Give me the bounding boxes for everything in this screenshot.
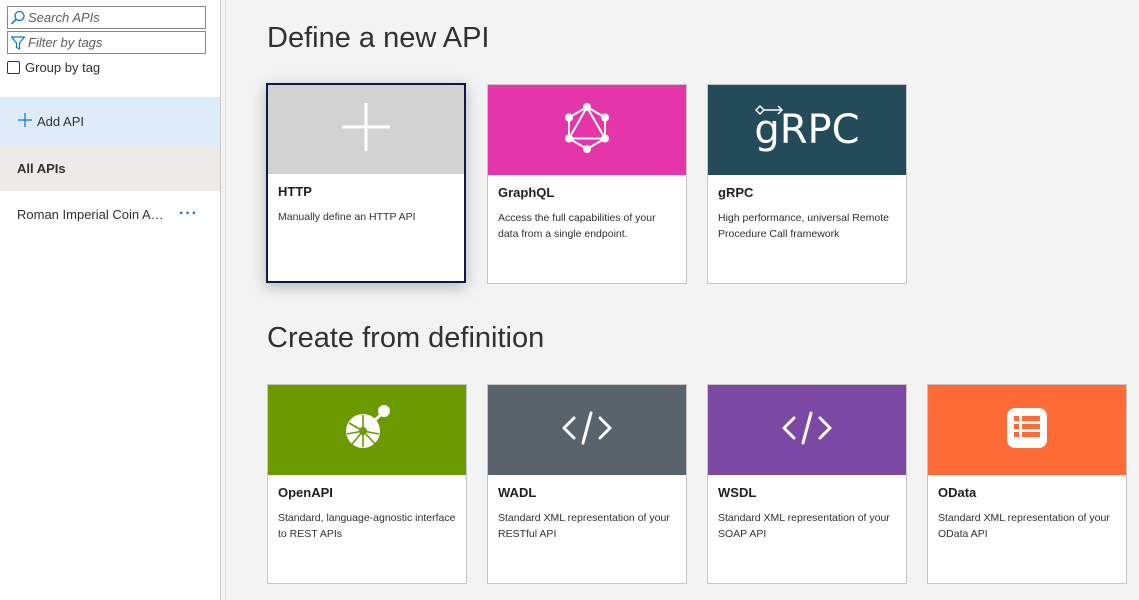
openapi-card[interactable]: OpenAPI Standard, language-agnostic inte… [267,384,467,584]
ellipsis-icon[interactable]: ··· [179,206,198,222]
create-from-definition-title: Create from definition [267,322,545,354]
http-card[interactable]: HTTP Manually define an HTTP API [266,83,466,283]
graphql-card[interactable]: GraphQL Access the full capabilities of … [487,84,687,284]
card-title: WADL [498,485,537,500]
wadl-card[interactable]: WADL Standard XML representation of your… [487,384,687,584]
card-title: OData [938,485,977,500]
group-by-tag-checkbox[interactable] [7,61,20,74]
card-title: WSDL [718,485,757,500]
openapi-icon [340,401,394,460]
http-card-banner [268,85,464,174]
odata-icon [1005,406,1049,455]
filter-box[interactable] [7,31,206,54]
grpc-card[interactable]: gRPC gRPC High performance, universal Re… [707,84,907,284]
filter-icon [8,32,28,53]
api-list-item[interactable]: Roman Imperial Coin An... ··· [0,191,220,237]
wadl-card-banner [488,385,686,475]
grpc-logo-mark [755,104,784,116]
graphql-card-banner [488,85,686,175]
code-icon [561,410,613,451]
card-description: Standard XML representation of your ODat… [938,512,1110,540]
openapi-card-banner [268,385,466,475]
group-by-tag-label: Group by tag [25,60,101,75]
search-input[interactable] [28,10,198,25]
card-title: GraphQL [498,185,555,200]
card-description: High performance, universal Remote Proce… [718,212,889,240]
all-apis-label: All APIs [17,160,66,176]
graphql-icon [562,102,612,159]
group-by-tag-option[interactable]: Group by tag [7,60,100,75]
wsdl-card-banner [708,385,906,475]
card-description: Manually define an HTTP API [278,211,416,223]
card-description: Access the full capabilities of your dat… [498,212,656,240]
all-apis-item[interactable]: All APIs [0,145,220,191]
card-title: OpenAPI [278,485,333,500]
grpc-card-banner: gRPC [708,85,906,175]
add-api-button[interactable]: Add API [0,97,220,145]
define-new-api-title: Define a new API [267,22,490,54]
card-description: Standard XML representation of your SOAP… [718,512,890,540]
wsdl-card[interactable]: WSDL Standard XML representation of your… [707,384,907,584]
card-description: Standard XML representation of your REST… [498,512,670,540]
card-description: Standard, language-agnostic interface to… [278,512,456,540]
grpc-logo: gRPC [754,104,860,153]
search-icon [8,7,28,28]
filter-input[interactable] [28,35,198,50]
api-list-item-label: Roman Imperial Coin An... [17,206,167,222]
odata-card[interactable]: OData Standard XML representation of you… [927,384,1127,584]
plus-icon [340,101,392,158]
add-api-label: Add API [37,113,84,129]
pane-divider[interactable] [225,0,226,600]
odata-card-banner [928,385,1126,475]
plus-icon [17,112,33,131]
card-title: gRPC [718,185,754,200]
sidebar: Group by tag Add API All APIs Roman Impe… [0,0,221,600]
code-icon [781,410,833,451]
card-title: HTTP [278,184,312,199]
search-box[interactable] [7,6,206,29]
